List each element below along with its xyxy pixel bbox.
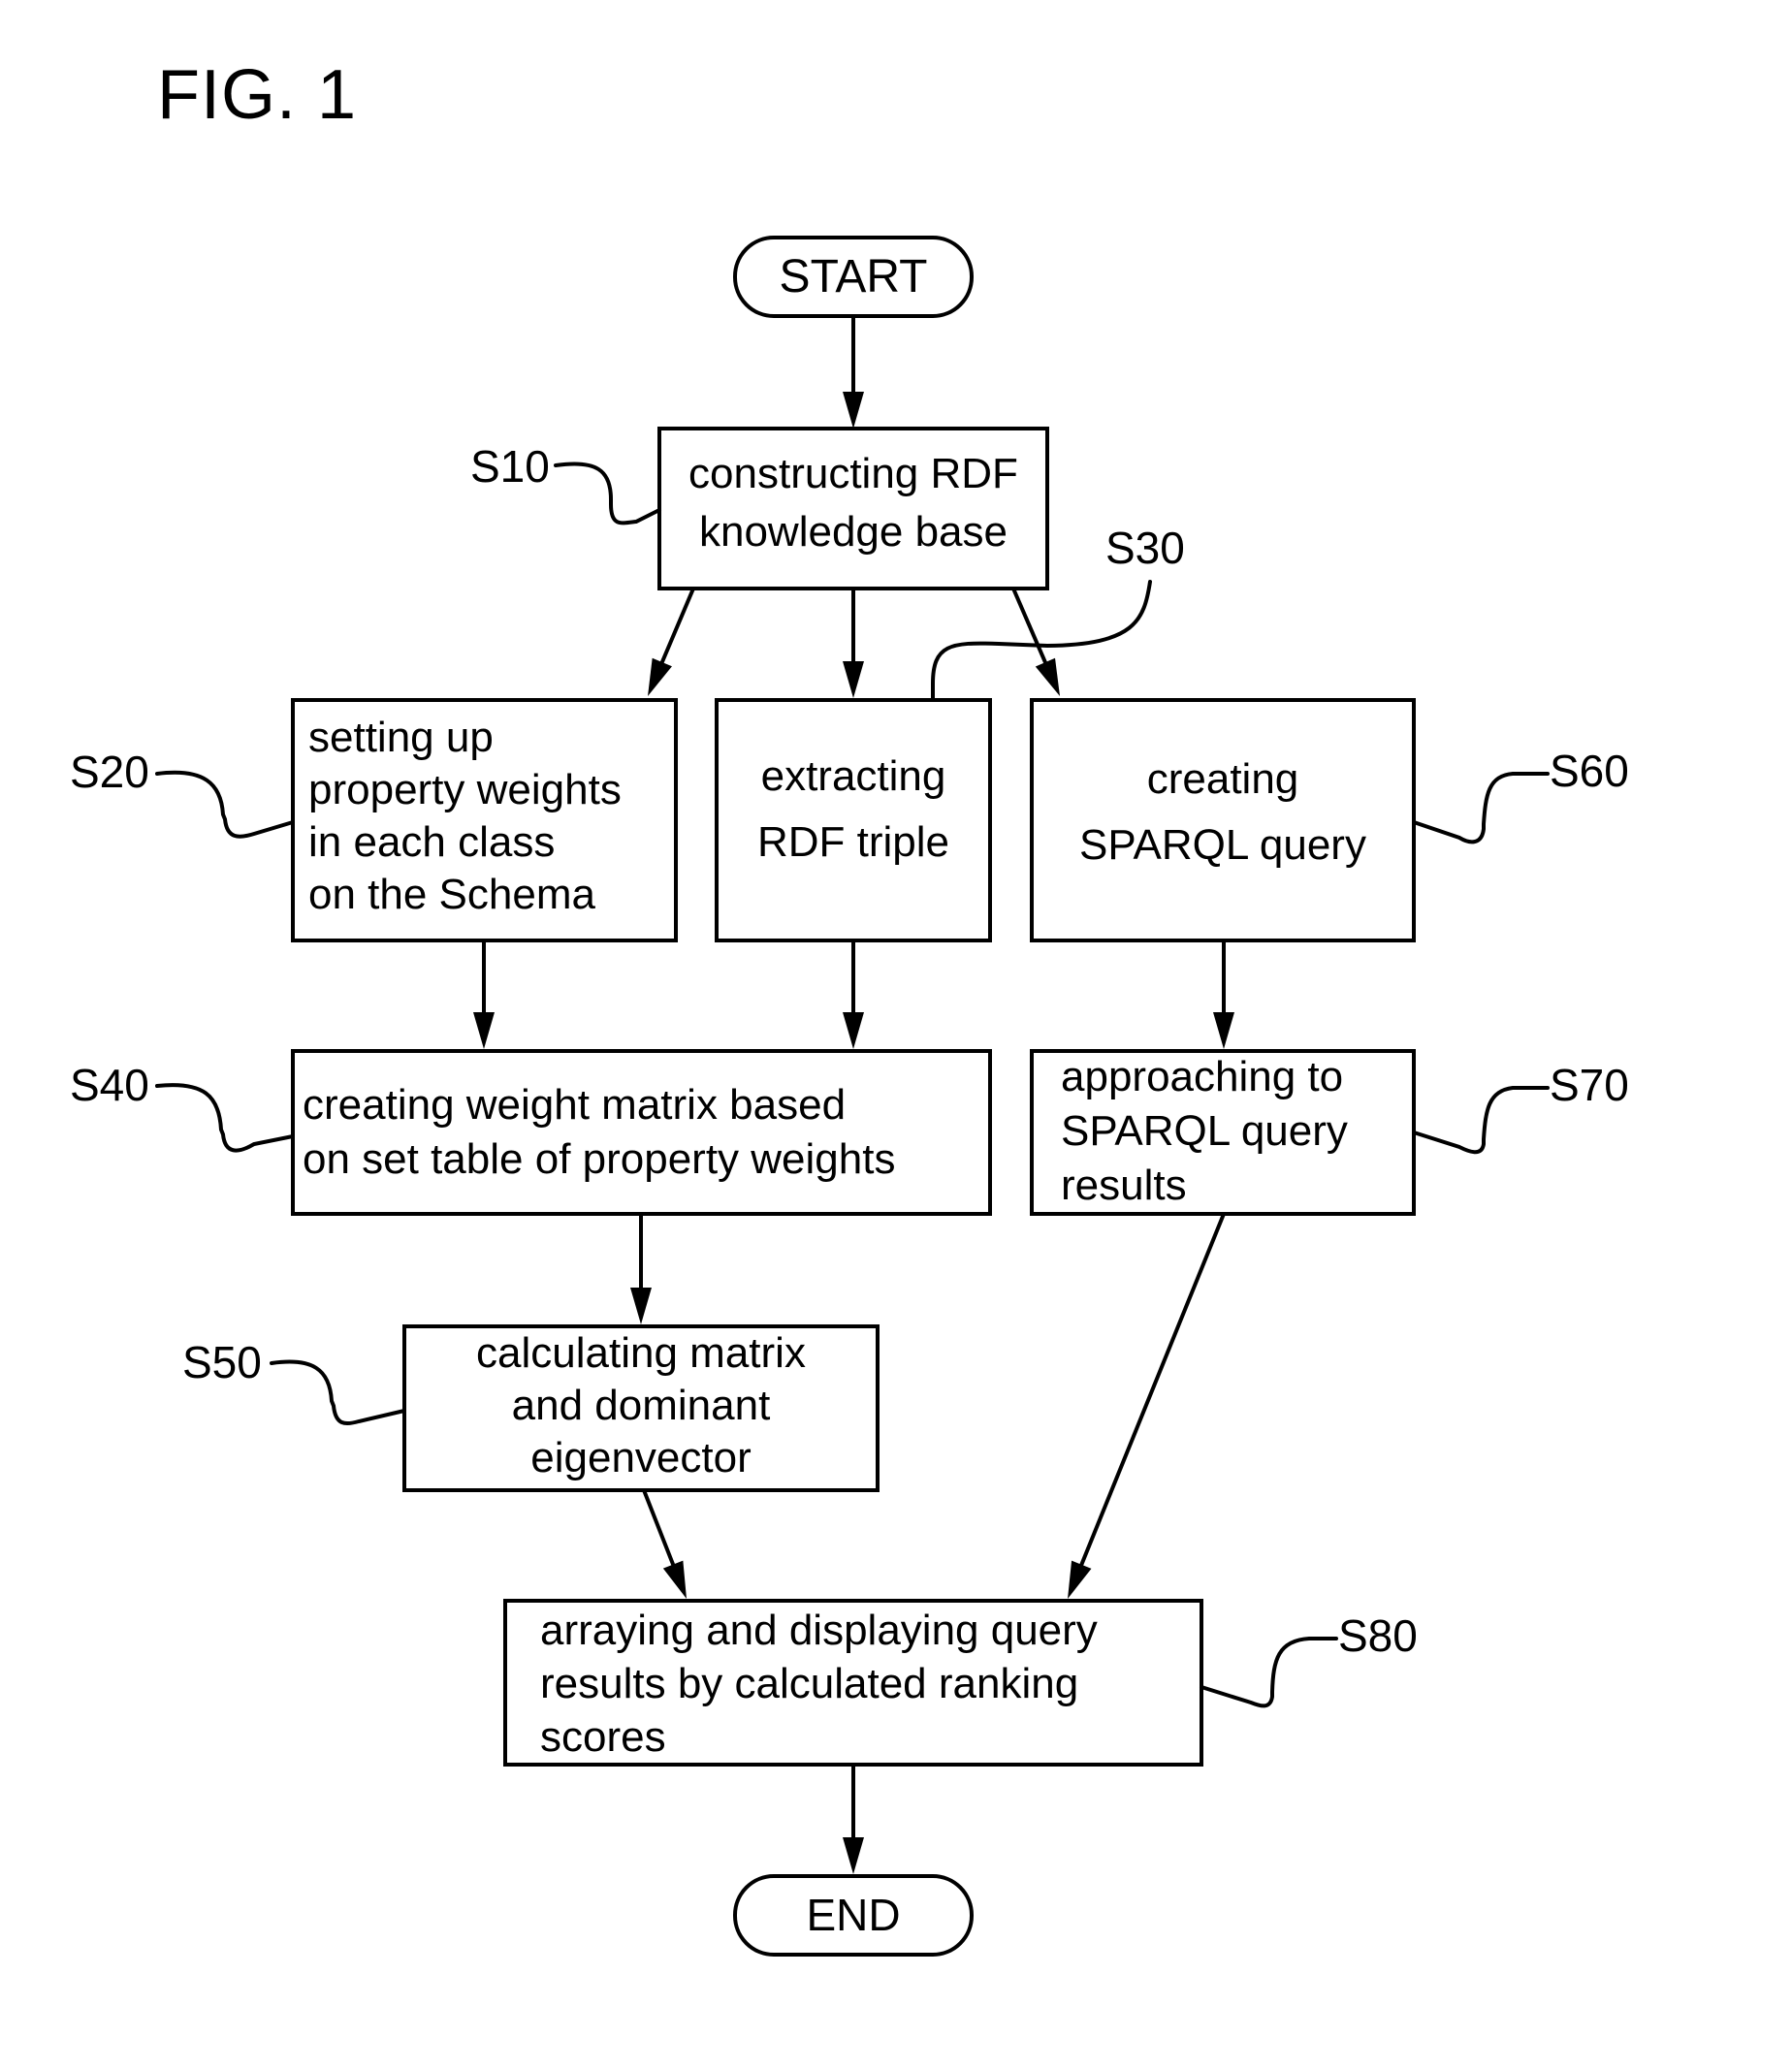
- step-text-line: creating weight matrix based: [303, 1081, 846, 1129]
- step-s50: calculating matrix and dominant eigenvecto…: [402, 1324, 880, 1492]
- edge-s40-to-s50: [630, 1214, 652, 1324]
- step-text-line: eigenvector: [530, 1434, 751, 1481]
- step-text-line: extracting: [761, 752, 946, 800]
- step-s60: creating SPARQL query: [1030, 698, 1416, 942]
- reference-s70: S70: [1412, 1060, 1629, 1155]
- step-text-line: knowledge base: [699, 508, 1008, 556]
- arrowhead-icon: [843, 1012, 864, 1049]
- arrowhead-icon: [1068, 1560, 1092, 1599]
- edge-s70-to-s80: [1068, 1213, 1226, 1599]
- end-terminal: END: [733, 1874, 974, 1957]
- connector-line: [1076, 1213, 1226, 1573]
- reference-label: S30: [1105, 523, 1185, 573]
- step-s10: constructing RDF knowledge base: [657, 427, 1049, 590]
- edge-s10-to-s20: [648, 588, 695, 696]
- reference-s40: S40: [70, 1060, 295, 1153]
- edge-s20-to-s40: [473, 940, 495, 1049]
- arrowhead-icon: [473, 1012, 495, 1049]
- leader-line: [931, 580, 1152, 702]
- connector-line: [642, 1489, 678, 1573]
- step-text-line: arraying and displaying query: [540, 1607, 1098, 1654]
- reference-label: S20: [70, 747, 149, 797]
- reference-s10: S10: [470, 441, 661, 525]
- connector-line: [656, 588, 695, 671]
- leader-line: [1412, 772, 1550, 844]
- arrowhead-icon: [648, 657, 672, 696]
- step-s20: setting up property weights in each class o…: [291, 698, 678, 942]
- step-text-line: scores: [540, 1713, 666, 1761]
- step-text-line: and dominant: [512, 1382, 771, 1429]
- reference-s80: S80: [1200, 1610, 1418, 1708]
- step-s70: approaching to SPARQL query results: [1030, 1049, 1416, 1216]
- arrowhead-icon: [843, 1837, 864, 1874]
- step-box: [1030, 698, 1416, 942]
- reference-label: S50: [182, 1337, 262, 1387]
- step-text-line: setting up: [308, 714, 494, 761]
- leader-line: [155, 770, 295, 839]
- step-text-line: calculating matrix: [476, 1329, 806, 1377]
- edge-s50-to-s80: [642, 1489, 687, 1599]
- step-text-line: results by calculated ranking: [540, 1660, 1078, 1707]
- end-label: END: [806, 1890, 900, 1940]
- reference-s50: S50: [182, 1337, 406, 1425]
- step-s40: creating weight matrix based on set table…: [291, 1049, 992, 1216]
- reference-label: S70: [1550, 1060, 1629, 1110]
- start-label: START: [780, 251, 928, 303]
- leader-line: [1412, 1086, 1550, 1155]
- arrowhead-icon: [843, 392, 864, 429]
- arrowhead-icon: [630, 1288, 652, 1324]
- reference-label: S40: [70, 1060, 149, 1110]
- connector-line: [1011, 588, 1050, 671]
- edge-s60-to-s70: [1213, 940, 1234, 1049]
- step-text-line: approaching to: [1061, 1053, 1343, 1100]
- arrowhead-icon: [662, 1560, 687, 1599]
- reference-s20: S20: [70, 747, 295, 839]
- arrowhead-icon: [1213, 1012, 1234, 1049]
- step-text-line: property weights: [308, 766, 622, 813]
- step-s30: extracting RDF triple: [715, 698, 992, 942]
- edge-s80-to-end: [843, 1765, 864, 1874]
- reference-label: S60: [1550, 746, 1629, 796]
- step-text-line: SPARQL query: [1061, 1107, 1348, 1155]
- step-text-line: SPARQL query: [1079, 821, 1366, 869]
- leader-line: [270, 1359, 406, 1425]
- edge-s10-to-s60: [1011, 588, 1060, 696]
- step-text-line: RDF triple: [757, 818, 949, 866]
- start-terminal: START: [733, 236, 974, 318]
- reference-label: S80: [1338, 1610, 1418, 1661]
- step-text-line: creating: [1147, 755, 1299, 803]
- leader-line: [155, 1083, 295, 1153]
- reference-label: S10: [470, 441, 550, 492]
- edge-s30-to-s40: [843, 940, 864, 1049]
- step-text-line: in each class: [308, 818, 555, 866]
- reference-s60: S60: [1412, 746, 1629, 844]
- step-s80: arraying and displaying query results by …: [503, 1599, 1203, 1767]
- step-text-line: constructing RDF: [688, 450, 1018, 497]
- arrowhead-icon: [1035, 657, 1060, 696]
- step-box: [291, 1049, 992, 1216]
- step-text-line: on set table of property weights: [303, 1135, 895, 1183]
- step-text-line: results: [1061, 1162, 1187, 1209]
- flowchart: START END constructing RDF knowledge base…: [70, 236, 1629, 1957]
- leader-line: [554, 462, 661, 525]
- step-text-line: on the Schema: [308, 871, 595, 918]
- edge-s10-to-s30: [843, 589, 864, 698]
- leader-line: [1200, 1637, 1338, 1708]
- edge-start-to-s10: [843, 316, 864, 429]
- arrowhead-icon: [843, 661, 864, 698]
